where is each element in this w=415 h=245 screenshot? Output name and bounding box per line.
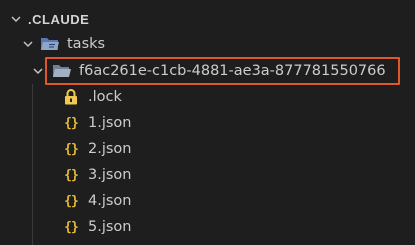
tree-item-lock-file[interactable]: .lock [0, 84, 415, 110]
folder-open-icon [40, 34, 60, 54]
json-icon: {} [64, 193, 79, 209]
tree-item-json-file[interactable]: {} 1.json [0, 110, 415, 136]
lock-icon [61, 87, 81, 107]
file-explorer: .CLAUDE tasks f6ac261e-c1cb-4881-ae3a-87… [0, 0, 415, 245]
tree-item-label: 2.json [88, 141, 132, 157]
explorer-section-header[interactable]: .CLAUDE [0, 6, 415, 32]
tree-item-label: 5.json [88, 219, 132, 235]
tree-item-label: .lock [88, 89, 122, 105]
chevron-down-icon[interactable] [10, 13, 22, 25]
tree-item-label: tasks [67, 36, 106, 52]
tree-item-label: 4.json [88, 193, 132, 209]
json-icon: {} [64, 219, 79, 235]
section-title: .CLAUDE [28, 11, 90, 27]
selection-highlight [45, 57, 400, 85]
tree-item-json-file[interactable]: {} 3.json [0, 162, 415, 188]
tree-item-json-file[interactable]: {} 2.json [0, 136, 415, 162]
tree-item-json-file[interactable]: {} 4.json [0, 188, 415, 214]
json-icon: {} [64, 115, 79, 131]
chevron-down-icon[interactable] [22, 38, 34, 50]
tree-item-json-file[interactable]: {} 5.json [0, 214, 415, 240]
tree-item-label: 1.json [88, 115, 132, 131]
tree-item-label: 3.json [88, 167, 132, 183]
json-icon: {} [64, 167, 79, 183]
json-icon: {} [64, 141, 79, 157]
tree-item-tasks-folder[interactable]: tasks [0, 31, 415, 57]
chevron-down-icon[interactable] [32, 65, 44, 77]
